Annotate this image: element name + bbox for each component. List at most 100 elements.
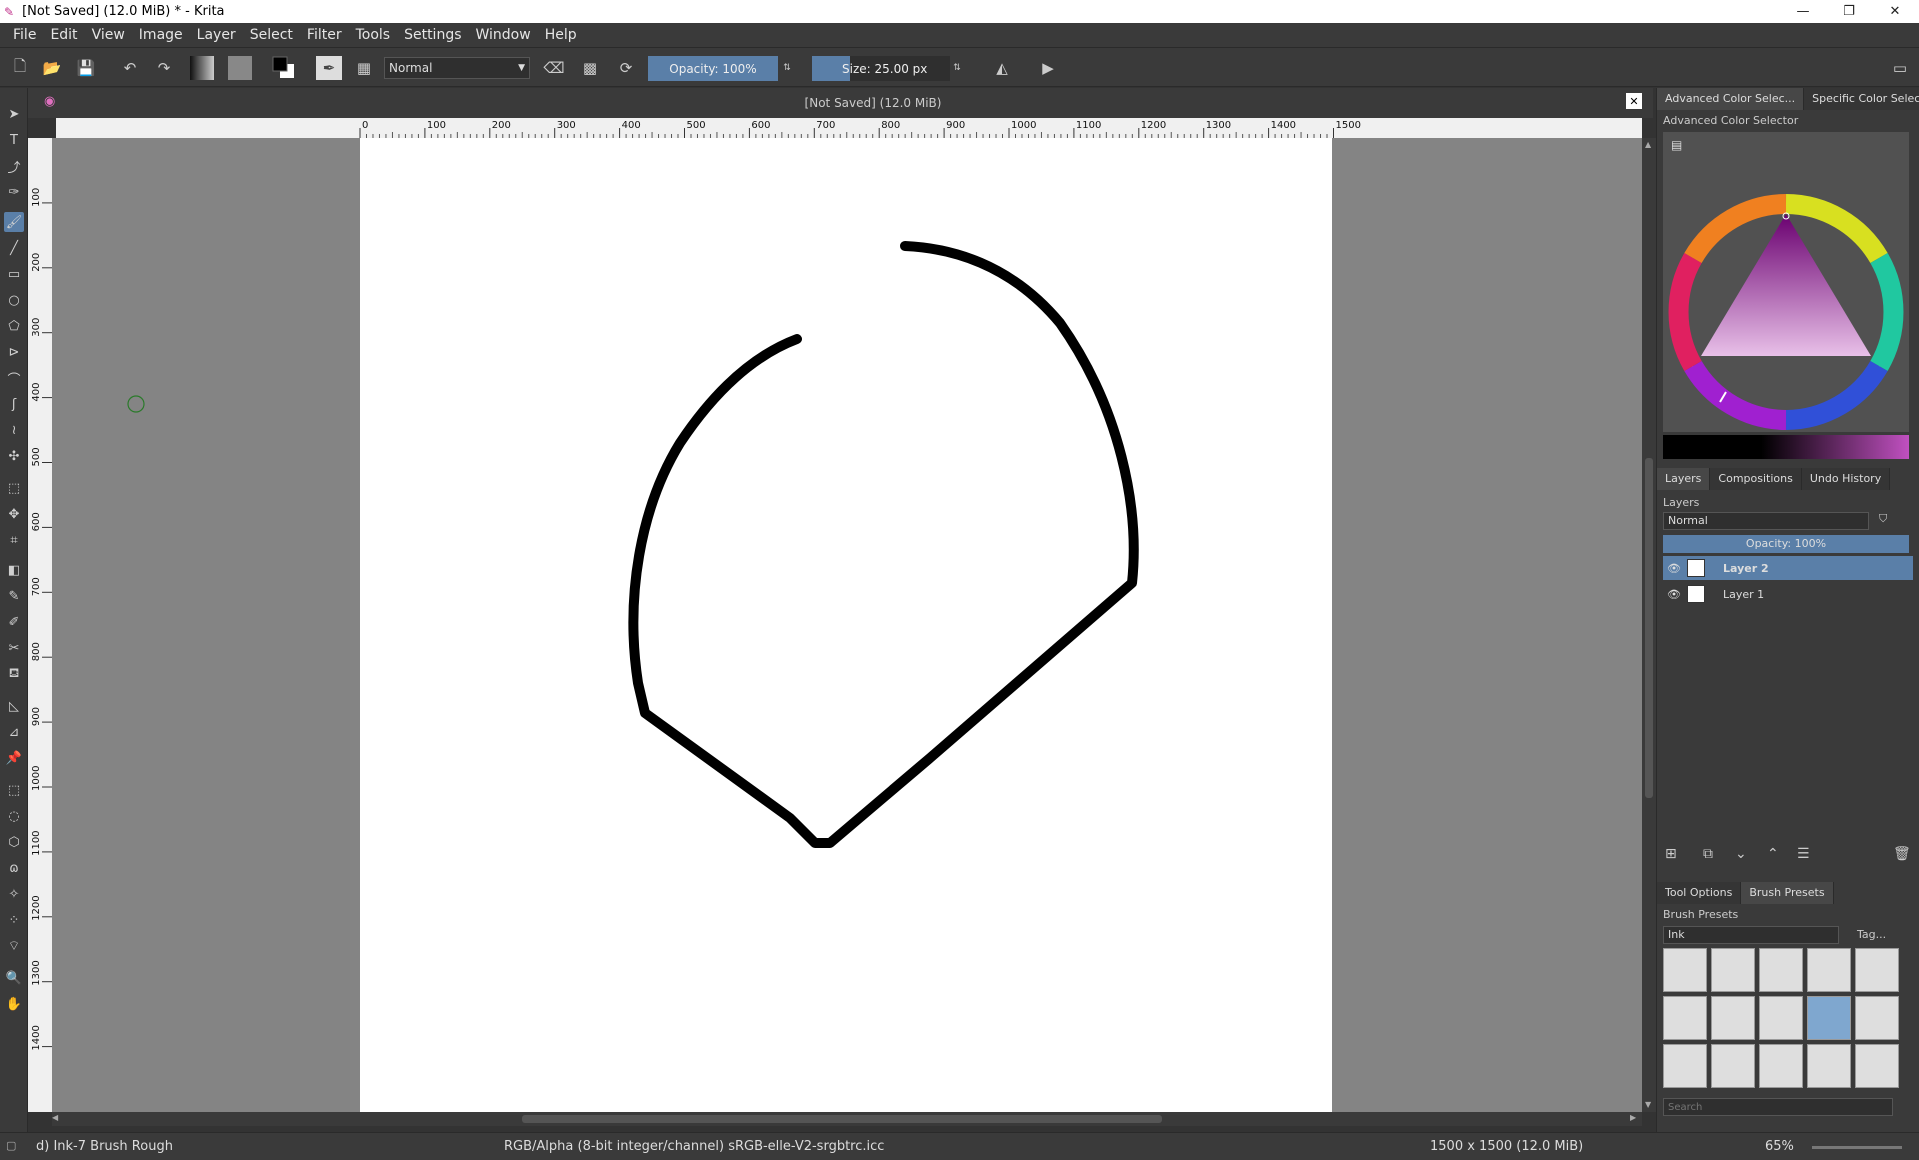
menu-window[interactable]: Window [469,27,538,43]
reference-images-tool-icon[interactable]: 📌 [4,748,24,768]
freehand-brush-tool-icon[interactable]: 🖌 [4,212,24,232]
brush-tag-button[interactable]: Tag... [1857,928,1886,941]
menu-edit[interactable]: Edit [43,27,84,43]
brush-preset[interactable] [1711,996,1755,1040]
scroll-down-icon[interactable]: ▼ [1645,1100,1651,1109]
text-tool-icon[interactable]: T [4,130,24,150]
rectangular-selection-tool-icon[interactable]: ⬚ [4,780,24,800]
duplicate-layer-icon[interactable]: ⧉ [1703,846,1713,862]
open-document-icon[interactable]: 📂 [40,56,64,80]
tab-compositions[interactable]: Compositions [1710,468,1802,490]
calligraphy-tool-icon[interactable]: ✑ [4,182,24,202]
polyline-tool-icon[interactable]: ⊳ [4,342,24,362]
zoom-tool-icon[interactable]: 🔍 [4,968,24,988]
bezier-selection-tool-icon[interactable]: ⌔ [4,936,24,956]
menu-image[interactable]: Image [132,27,190,43]
select-shapes-tool-icon[interactable]: ➤ [4,104,24,124]
mirror-vertical-icon[interactable]: ▶ [1036,56,1060,80]
elliptical-selection-tool-icon[interactable]: ◌ [4,806,24,826]
opacity-slider[interactable]: Opacity: 100% [648,56,778,81]
eraser-mode-icon[interactable]: ⌫ [542,56,566,80]
brush-preset[interactable] [1711,948,1755,992]
visibility-eye-icon[interactable]: 👁 [1667,562,1683,575]
gradient-preset-icon[interactable] [190,56,214,80]
color-picker-tool-icon[interactable]: ✎ [4,586,24,606]
tab-advanced-color-selector[interactable]: Advanced Color Selec... [1657,88,1805,110]
bezier-tool-icon[interactable]: ⌒ [4,368,24,388]
brush-tag-select[interactable]: Ink [1663,926,1839,944]
visibility-eye-icon[interactable]: 👁 [1667,588,1683,601]
brush-preset[interactable] [1759,948,1803,992]
layer-filter-icon[interactable]: ⛉ [1879,512,1887,526]
preserve-alpha-icon[interactable]: ▩ [578,56,602,80]
smart-patch-tool-icon[interactable]: ✂ [4,638,24,658]
freehand-selection-tool-icon[interactable]: ɷ [4,858,24,878]
brush-preset[interactable] [1807,948,1851,992]
brush-search-input[interactable] [1663,1098,1893,1116]
tab-layers[interactable]: Layers [1657,468,1711,490]
vertical-scrollbar-thumb[interactable] [1645,458,1653,798]
brush-preset[interactable] [1663,996,1707,1040]
fill-tool-icon[interactable]: ⛾ [4,664,24,684]
size-stepper-icon[interactable]: ⇅ [950,56,964,80]
menu-select[interactable]: Select [243,27,300,43]
crop-tool-icon[interactable]: ⌗ [4,530,24,550]
workspace-chooser-icon[interactable]: ▦ [352,56,376,80]
canvas-area[interactable] [52,138,1642,1112]
move-layer-up-icon[interactable]: ⌃ [1767,846,1779,862]
opacity-stepper-icon[interactable]: ⇅ [780,56,794,80]
polygon-tool-icon[interactable]: ⬠ [4,316,24,336]
layer-blend-mode-select[interactable]: Normal [1663,512,1869,530]
paper[interactable] [360,138,1332,1112]
horizontal-scrollbar-thumb[interactable] [522,1115,1162,1123]
measure-tool-icon[interactable]: ⊿ [4,722,24,742]
menu-layer[interactable]: Layer [190,27,243,43]
minimize-button[interactable]: — [1780,0,1826,23]
menu-file[interactable]: File [6,27,43,43]
brush-preset[interactable] [1807,1044,1851,1088]
transform-tool-icon[interactable]: ⬚ [4,478,24,498]
vertical-scrollbar[interactable]: ▲ ▼ [1642,138,1656,1112]
scroll-up-icon[interactable]: ▲ [1645,140,1651,149]
pattern-preset-icon[interactable] [228,56,252,80]
brush-preset[interactable] [1759,1044,1803,1088]
menu-view[interactable]: View [85,27,132,43]
scroll-left-icon[interactable]: ◀ [52,1113,58,1122]
layer-opacity-slider[interactable]: Opacity: 100% [1663,535,1909,553]
menu-settings[interactable]: Settings [397,27,468,43]
saturation-value-triangle[interactable] [1701,214,1871,356]
tab-undo-history[interactable]: Undo History [1801,468,1891,490]
layer-row-layer-2[interactable]: 👁 Layer 2 [1663,556,1913,580]
brush-preset[interactable] [1855,948,1899,992]
brush-preset-icon[interactable]: ✒ [316,56,342,80]
brush-preset[interactable] [1711,1044,1755,1088]
similar-color-selection-tool-icon[interactable]: ⁘ [4,910,24,930]
pan-tool-icon[interactable]: ✋ [4,994,24,1014]
brush-preset[interactable] [1663,1044,1707,1088]
save-icon[interactable]: 💾 [74,56,98,80]
gradient-tool-icon[interactable]: ◧ [4,560,24,580]
undo-icon[interactable]: ↶ [118,56,142,80]
redo-icon[interactable]: ↷ [152,56,176,80]
move-tool-icon[interactable]: ✥ [4,504,24,524]
brush-preset[interactable] [1855,996,1899,1040]
color-selector-settings-icon[interactable]: ▤ [1671,138,1682,152]
restore-button[interactable]: ❐ [1826,0,1872,23]
add-layer-icon[interactable]: ⊞ [1665,846,1677,862]
blend-mode-select[interactable]: Normal ▼ [384,57,530,79]
tab-tool-options[interactable]: Tool Options [1657,882,1742,904]
brush-preset[interactable] [1663,948,1707,992]
layer-properties-icon[interactable]: ☰ [1797,846,1810,862]
menu-tools[interactable]: Tools [349,27,398,43]
delete-layer-icon[interactable]: 🗑 [1893,846,1911,862]
scroll-right-icon[interactable]: ▶ [1630,1113,1636,1122]
colorize-mask-tool-icon[interactable]: ✐ [4,612,24,632]
horizontal-scrollbar[interactable]: ◀ ▶ [52,1112,1642,1126]
rectangle-tool-icon[interactable]: ▭ [4,264,24,284]
tab-brush-presets[interactable]: Brush Presets [1741,882,1834,904]
assistant-tool-icon[interactable]: ◺ [4,696,24,716]
dynamic-brush-tool-icon[interactable]: ≀ [4,420,24,440]
reload-preset-icon[interactable]: ⟳ [614,56,638,80]
color-wheel[interactable] [1666,192,1906,432]
close-button[interactable]: ✕ [1872,0,1918,23]
